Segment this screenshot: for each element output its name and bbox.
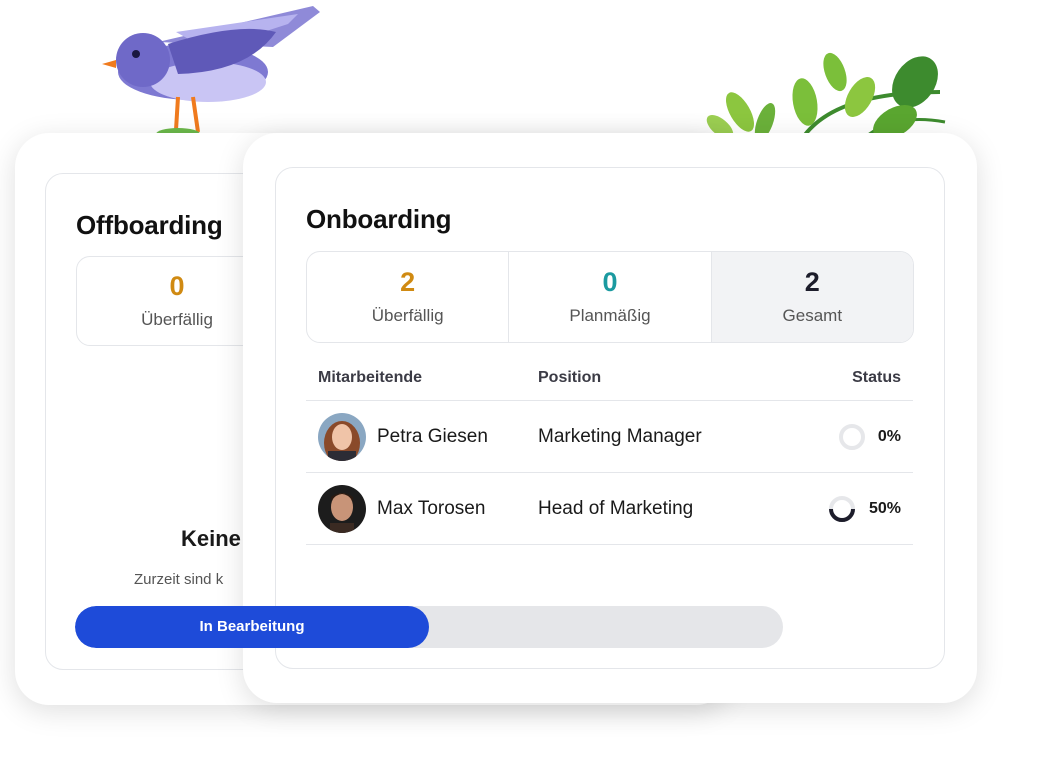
column-position[interactable]: Position [538,369,778,387]
stat-label: Planmäßig [569,305,651,325]
column-status[interactable]: Status [778,369,913,387]
offboarding-title: Offboarding [76,210,223,240]
employee-name: Max Torosen [377,497,486,519]
onboarding-title: Onboarding [306,204,452,234]
stat-value: 0 [169,270,185,301]
stat-value: 2 [400,266,416,297]
avatar [318,412,366,461]
plant-leaves-illustration [706,52,946,142]
status-percent: 0% [877,427,901,445]
table-row[interactable]: Max Torosen Head of Marketing 50% [306,473,913,545]
stat-label: Überfällig [141,309,213,329]
onboarding-stats: 2 Überfällig 0 Planmäßig 2 Gesamt [306,251,914,343]
stat-value: 0 [602,266,618,297]
onboarding-stat-scheduled[interactable]: 0 Planmäßig [509,252,712,342]
progress-ring-icon [828,495,855,522]
status-progress-bar[interactable]: In Bearbeitung [75,606,783,648]
progress-ring-icon [838,423,865,450]
empty-state-title: Keine [181,526,241,551]
employee-name: Petra Giesen [377,425,488,447]
employee-position: Head of Marketing [538,497,694,519]
bird-illustration [102,6,320,140]
avatar [318,484,366,533]
onboarding-stat-overdue[interactable]: 2 Überfällig [307,252,510,342]
progress-label: In Bearbeitung [199,618,305,635]
stat-label: Überfällig [371,305,444,325]
column-employee[interactable]: Mitarbeitende [306,369,538,387]
table-header: Mitarbeitende Position Status [306,356,913,401]
stat-label: Gesamt [782,305,843,325]
empty-state-text: Zurzeit sind k [134,571,224,588]
onboarding-stat-total[interactable]: 2 Gesamt [711,252,913,342]
table-row[interactable]: Petra Giesen Marketing Manager 0% [306,401,913,473]
onboarding-table: Mitarbeitende Position Status Petra Gies… [306,356,913,545]
stat-value: 2 [804,266,820,297]
status-percent: 50% [868,499,901,517]
employee-position: Marketing Manager [538,425,702,447]
onboarding-panel: Onboarding 2 Überfällig 0 Planmäßig 2 Ge… [275,167,945,669]
